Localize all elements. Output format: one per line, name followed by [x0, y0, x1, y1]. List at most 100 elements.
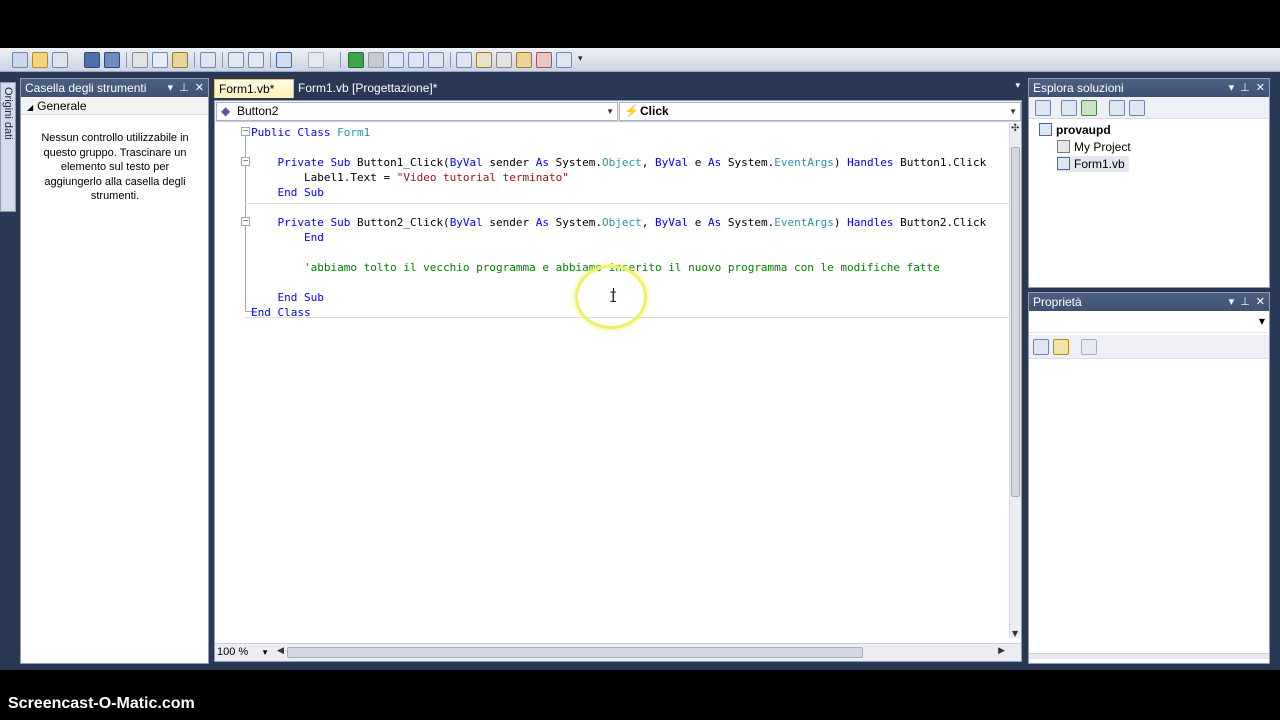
standard-toolbar: ▾: [0, 48, 1280, 72]
tree-item-project[interactable]: provaupd: [1039, 122, 1111, 138]
class-name-dropdown[interactable]: ◆ Button2 ▼: [216, 102, 618, 121]
code-line: Label1.Text = "Video tutorial terminato": [251, 170, 569, 185]
view-code-icon[interactable]: [1109, 100, 1125, 116]
properties-title-bar: Proprietà ▾ ⊥ ✕: [1029, 293, 1269, 311]
collapse-sub1-icon[interactable]: −: [241, 157, 250, 166]
comment-icon[interactable]: [228, 52, 244, 68]
close-icon[interactable]: ✕: [195, 79, 204, 97]
copy-icon[interactable]: [152, 52, 168, 68]
save-icon[interactable]: [84, 52, 100, 68]
collapse-class-icon[interactable]: −: [241, 127, 250, 136]
document-tab-strip: Form1.vb* Form1.vb [Progettazione]* ▾: [214, 78, 1022, 98]
property-pages-icon[interactable]: [1081, 339, 1097, 355]
screen: ▾ Origini dati Casella degli strumenti ▾…: [0, 0, 1280, 720]
zoom-value: 100 %: [217, 646, 249, 658]
uncomment-icon[interactable]: [248, 52, 264, 68]
description-splitter[interactable]: [1029, 653, 1269, 659]
collapse-triangle-icon: ◢: [27, 103, 34, 112]
cut-icon[interactable]: [132, 52, 148, 68]
panel-menu-icon[interactable]: ▾: [168, 79, 174, 97]
form-file-icon: [1057, 157, 1070, 170]
horizontal-scroll-thumb[interactable]: [287, 647, 863, 658]
open-folder-icon[interactable]: [32, 52, 48, 68]
step-out-icon[interactable]: [428, 52, 444, 68]
new-project-icon[interactable]: [12, 52, 28, 68]
collapse-sub2-icon[interactable]: −: [241, 217, 250, 226]
tree-item-label: provaupd: [1056, 123, 1111, 137]
zoom-dropdown[interactable]: 100 % ▼: [217, 645, 271, 660]
toolbox-icon[interactable]: [496, 52, 512, 68]
find-icon[interactable]: [200, 52, 216, 68]
code-token: ,: [641, 156, 656, 169]
code-token: As: [535, 216, 550, 229]
save-all-icon[interactable]: [104, 52, 120, 68]
pin-icon[interactable]: ⊥: [1240, 79, 1250, 97]
solution-explorer-toolbar: [1029, 97, 1269, 119]
show-all-files-icon[interactable]: [1061, 100, 1077, 116]
pin-icon[interactable]: ⊥: [1240, 293, 1250, 311]
solution-explorer-panel: Esplora soluzioni ▾ ⊥ ✕ provaupd My Proj…: [1028, 78, 1270, 288]
paste-icon[interactable]: [172, 52, 188, 68]
alphabetical-icon[interactable]: [1053, 339, 1069, 355]
toolbox-group-header[interactable]: ◢ Generale: [21, 97, 208, 115]
error-list-icon[interactable]: [536, 52, 552, 68]
method-name-dropdown[interactable]: ⚡ Click ▼: [619, 102, 1021, 121]
add-item-icon[interactable]: [52, 52, 68, 68]
scroll-down-icon[interactable]: ▼: [1012, 629, 1018, 638]
tab-form1-designer[interactable]: Form1.vb [Progettazione]*: [294, 79, 454, 98]
view-designer-icon[interactable]: [1129, 100, 1145, 116]
code-token: Label1.Text =: [251, 171, 397, 184]
toolbox-title-bar: Casella degli strumenti ▾ ⊥ ✕: [21, 79, 208, 97]
close-icon[interactable]: ✕: [1256, 79, 1265, 97]
separator: [194, 52, 195, 68]
code-token: Handles: [847, 216, 894, 229]
vertical-scroll-thumb[interactable]: [1011, 147, 1020, 497]
code-editor[interactable]: ◆ Button2 ▼ ⚡ Click ▼ − − − Public Class…: [214, 100, 1022, 662]
toolbox-group-label: Generale: [37, 99, 87, 113]
data-sources-side-tab[interactable]: Origini dati: [0, 82, 16, 212]
tree-item-form1[interactable]: Form1.vb: [1057, 156, 1129, 172]
separator: [222, 52, 223, 68]
vertical-scrollbar[interactable]: ✣ ▼: [1009, 123, 1021, 638]
refresh-icon[interactable]: [1081, 100, 1097, 116]
redo-icon[interactable]: [308, 52, 324, 68]
pin-icon[interactable]: ⊥: [179, 79, 189, 97]
solution-explorer-icon[interactable]: [456, 52, 472, 68]
code-token: As: [708, 216, 722, 229]
stop-debugging-icon[interactable]: [368, 52, 384, 68]
extension-manager-icon[interactable]: [556, 52, 572, 68]
code-line: End Class: [251, 305, 311, 320]
vb-project-icon: [1039, 123, 1052, 136]
toolbar-overflow-icon[interactable]: ▾: [578, 54, 583, 64]
code-token: As: [535, 156, 550, 169]
object-selector-dropdown[interactable]: ▼: [1029, 313, 1269, 333]
tree-item-my-project[interactable]: My Project: [1057, 139, 1131, 155]
code-token: sender: [482, 156, 536, 169]
screencast-watermark: Screencast-O-Matic.com: [8, 695, 195, 712]
close-icon[interactable]: ✕: [1256, 293, 1265, 311]
panel-menu-icon[interactable]: ▾: [1229, 293, 1235, 311]
tab-form1-code[interactable]: Form1.vb*: [214, 79, 294, 98]
my-project-icon: [1057, 140, 1070, 153]
properties-window-icon[interactable]: [476, 52, 492, 68]
active-files-dropdown-icon[interactable]: ▾: [1015, 81, 1020, 91]
separator: [340, 52, 341, 68]
ibeam-cursor-icon: I: [609, 290, 618, 306]
object-browser-icon[interactable]: [516, 52, 532, 68]
undo-icon[interactable]: [276, 52, 292, 68]
scroll-right-icon[interactable]: ▶: [998, 646, 1005, 656]
step-into-icon[interactable]: [388, 52, 404, 68]
categorized-icon[interactable]: [1033, 339, 1049, 355]
properties-toolbar: [1029, 335, 1269, 359]
properties-title: Proprietà: [1033, 295, 1082, 309]
start-debugging-icon[interactable]: [348, 52, 364, 68]
code-line: Public Class Form1: [251, 125, 370, 140]
step-over-icon[interactable]: [408, 52, 424, 68]
code-token: Button1_Click(: [356, 156, 450, 169]
scroll-left-icon[interactable]: ◀: [277, 646, 284, 656]
properties-icon[interactable]: [1035, 100, 1051, 116]
split-icon[interactable]: ✣: [1011, 123, 1019, 134]
code-text-area[interactable]: − − − Public Class Form1 Private Sub But…: [215, 123, 1009, 638]
code-token: ByVal: [449, 156, 483, 169]
panel-menu-icon[interactable]: ▾: [1229, 79, 1235, 97]
